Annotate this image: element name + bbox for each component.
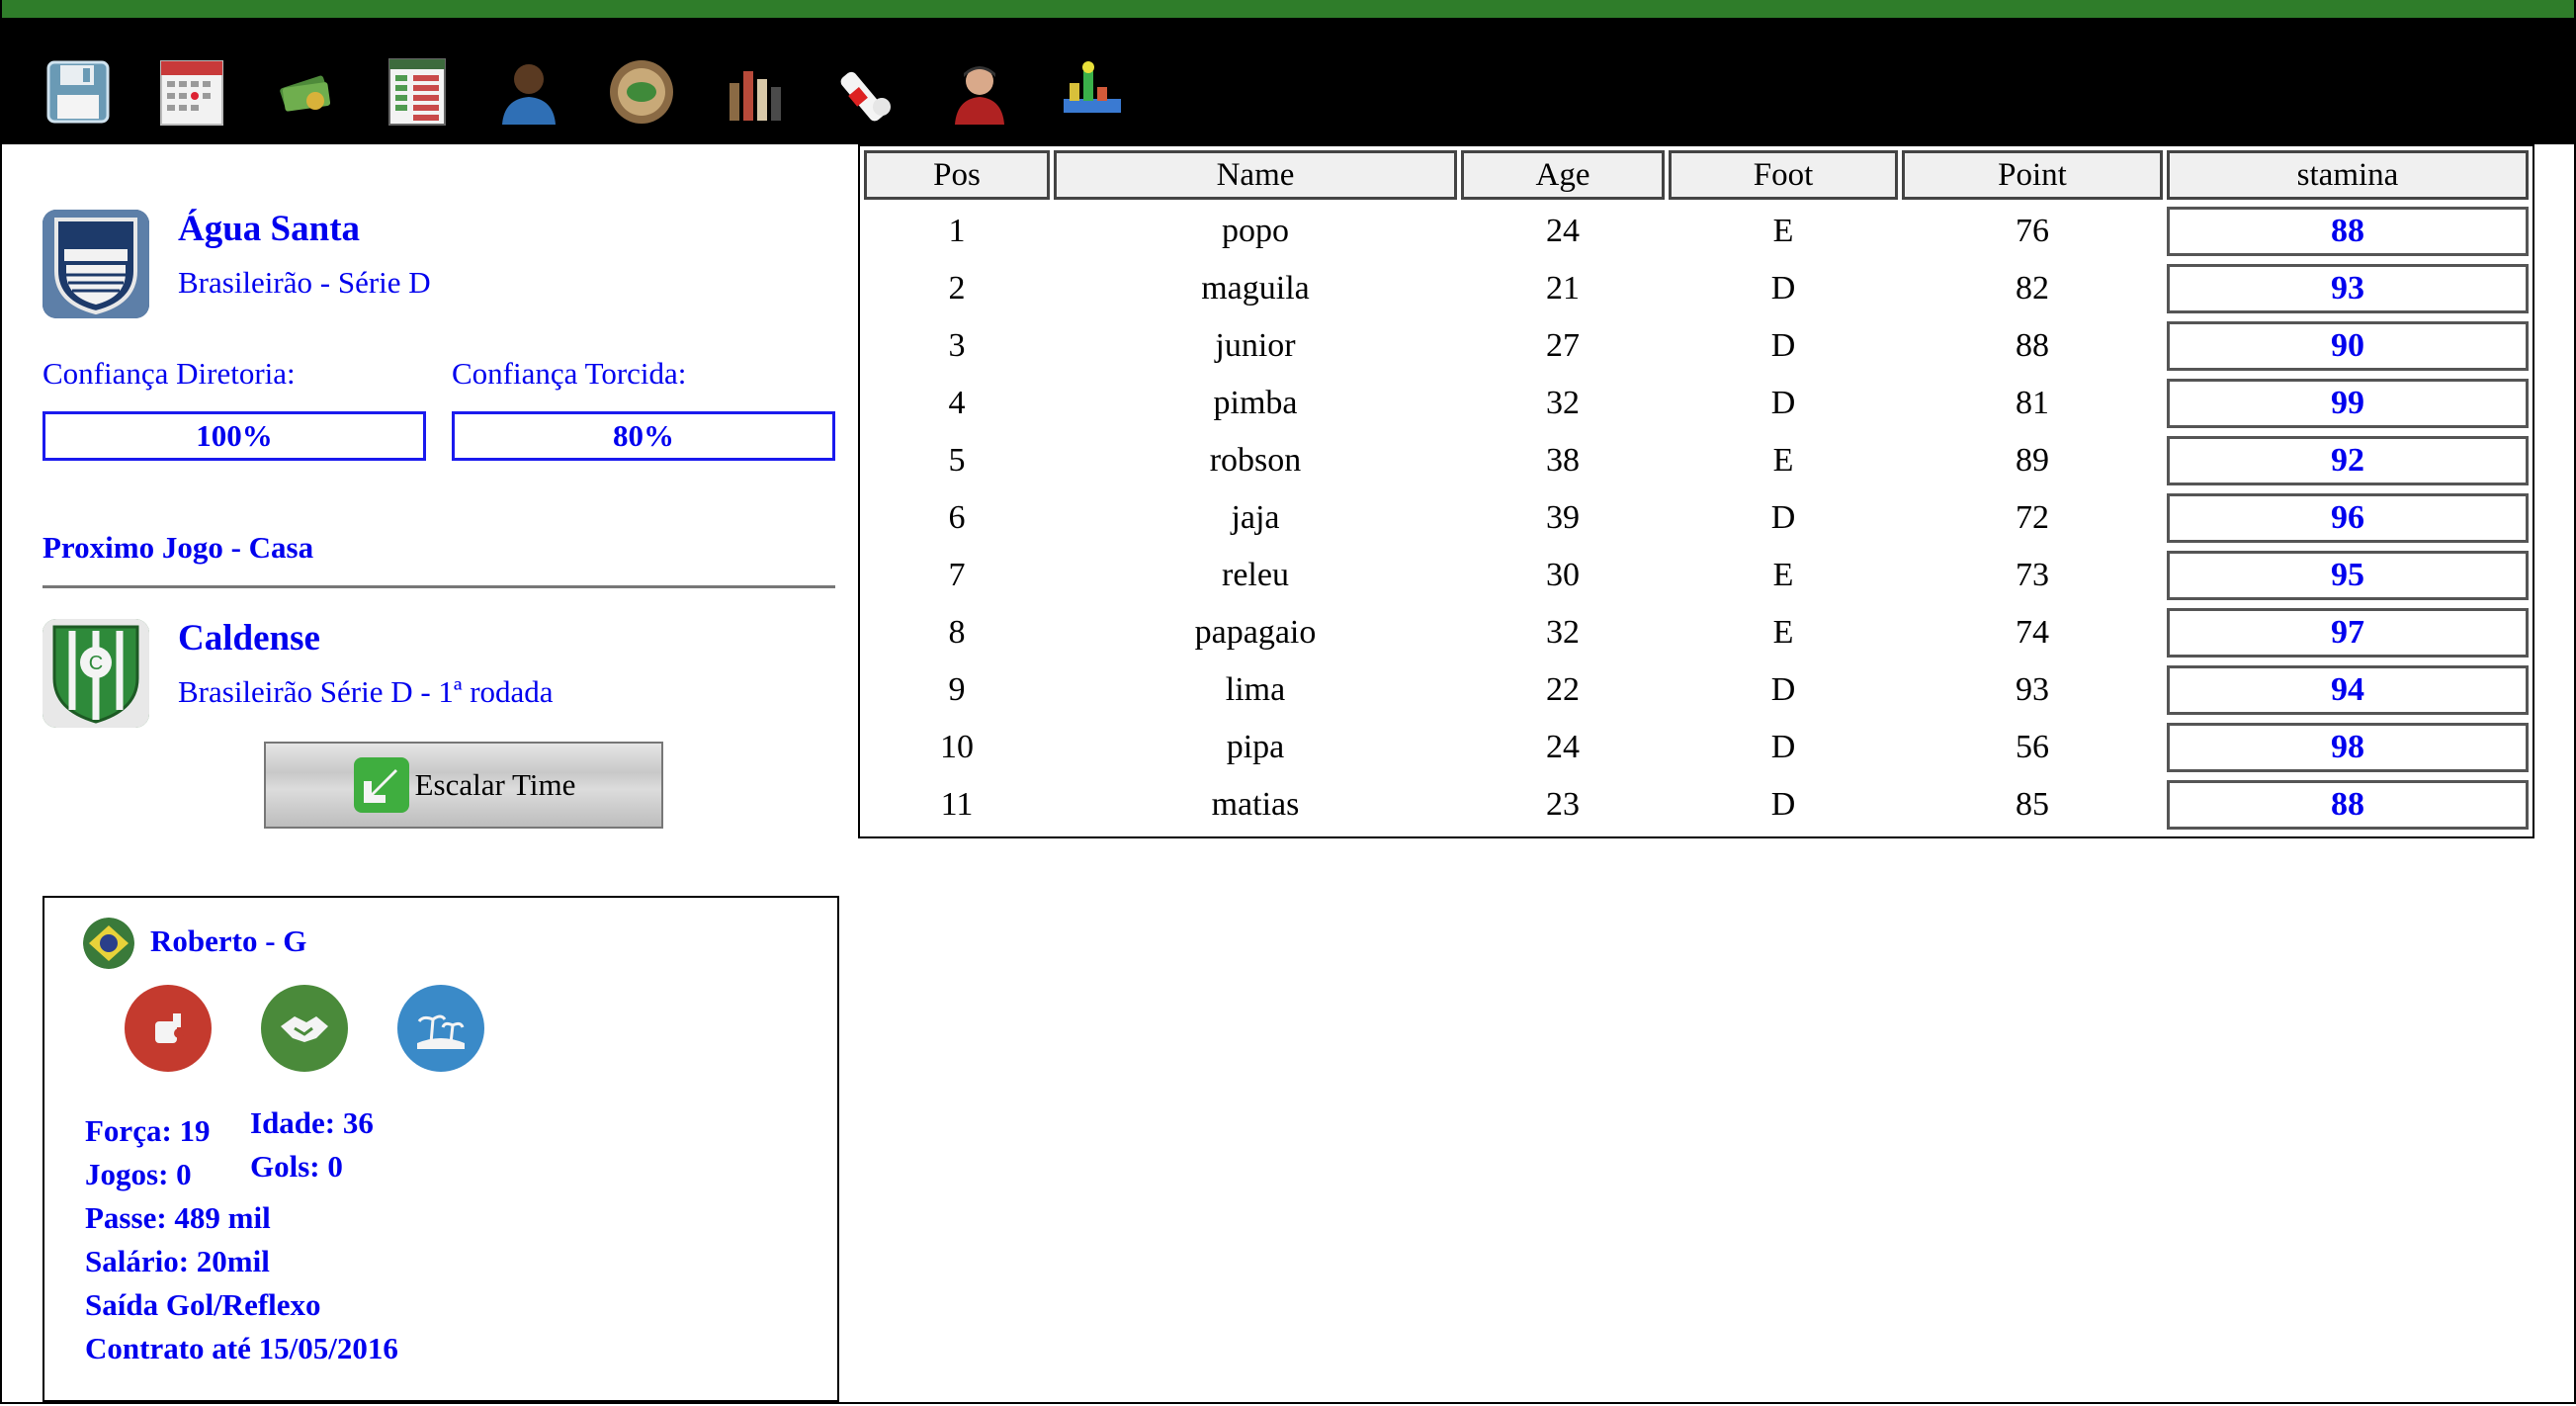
page-frame [0,0,2576,1404]
